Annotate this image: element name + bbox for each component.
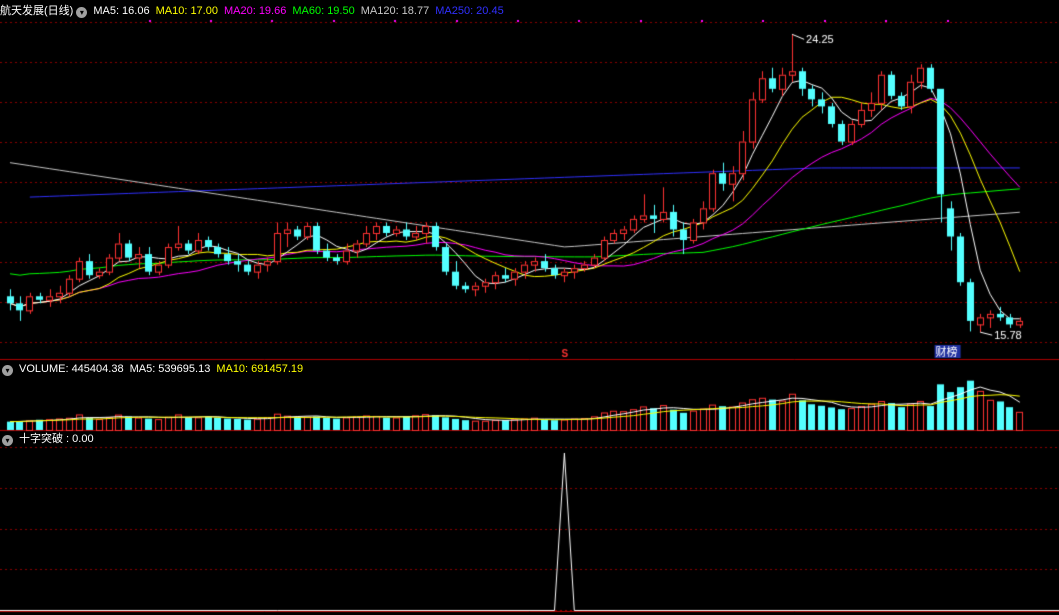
stock-title: 航天发展(日线) — [0, 5, 74, 17]
ma60-label: MA60: 19.50 — [292, 5, 355, 17]
indicator-panel-header: ▾ 十字突破 : 0.00 — [0, 431, 100, 447]
volume-panel-header: ▾ VOLUME: 445404.38 MA5: 539695.13 MA10: 69… — [0, 361, 315, 377]
indicator-toggle-icon[interactable]: ▾ — [2, 435, 13, 446]
volume-label-1: MA5: 539695.13 — [129, 363, 211, 375]
ma250-label: MA250: 20.45 — [435, 5, 504, 17]
candlestick-chart-canvas[interactable] — [0, 0, 1059, 615]
price-panel-header: 航天发展(日线) ▾ MA5: 16.06 MA10: 17.00 MA20: 19.6… — [0, 3, 516, 19]
volume-label-0: VOLUME: 445404.38 — [19, 363, 124, 375]
ma10-label: MA10: 17.00 — [155, 5, 218, 17]
ma5-label: MA5: 16.06 — [93, 5, 150, 17]
volume-legend: VOLUME: 445404.38 MA5: 539695.13 MA10: 691… — [19, 363, 309, 375]
volume-label-2: MA10: 691457.19 — [216, 363, 304, 375]
ma20-label: MA20: 19.66 — [223, 5, 287, 17]
ma-toggle-icon[interactable]: ▾ — [76, 7, 88, 18]
ma120-label: MA120: 18.77 — [360, 5, 430, 17]
ma-legend: MA5: 16.06 MA10: 17.00 MA20: 19.66 MA60: 19… — [93, 5, 509, 17]
volume-toggle-icon[interactable]: ▾ — [2, 365, 13, 376]
indicator-label: 十字突破 : 0.00 — [19, 433, 94, 445]
